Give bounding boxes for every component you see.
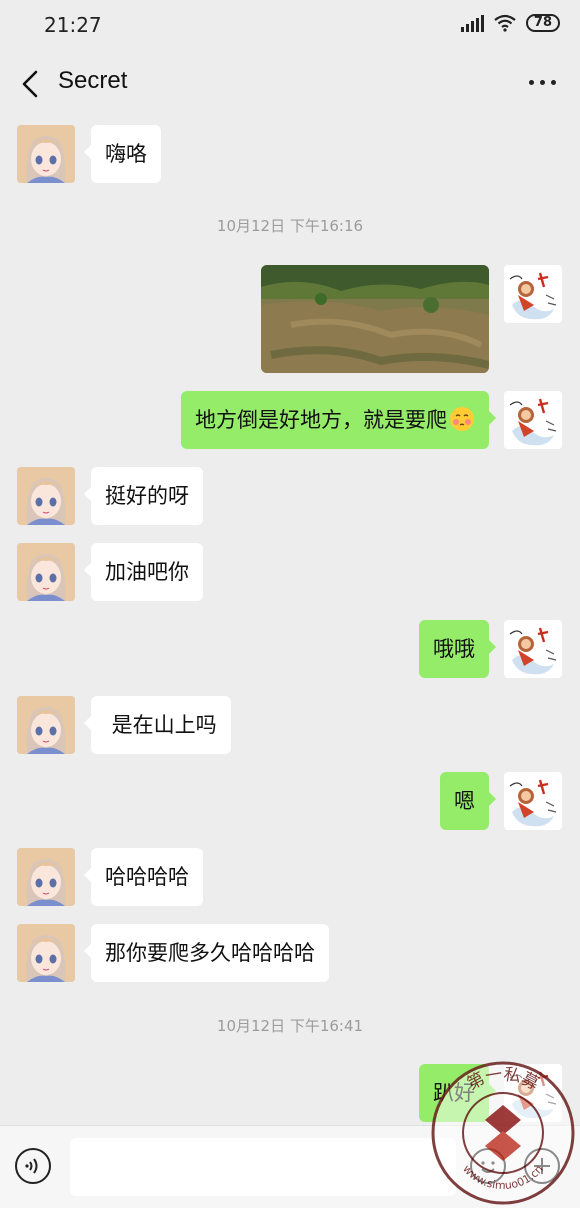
contact-avatar[interactable] <box>17 696 75 754</box>
message-input[interactable] <box>70 1138 456 1196</box>
message-bubble-incoming[interactable]: 是在山上吗 <box>84 696 231 754</box>
chat-header: Secret <box>0 52 580 116</box>
message-text: 地方倒是好地方，就是要爬 <box>195 408 447 432</box>
signal-icon <box>460 14 484 32</box>
watermark-logo: 第一私募 www.simuo01.cn <box>431 1061 575 1205</box>
my-avatar[interactable] <box>504 620 562 678</box>
message-bubble-incoming[interactable]: 加油吧你 <box>84 543 203 601</box>
contact-avatar[interactable] <box>17 467 75 525</box>
battery-indicator: 78 <box>525 14 560 32</box>
message-bubble-outgoing[interactable]: 地方倒是好地方，就是要爬 <box>181 391 496 449</box>
my-avatar[interactable] <box>504 391 562 449</box>
chevron-left-icon[interactable] <box>14 66 50 102</box>
message-bubble-incoming[interactable]: 嗨咯 <box>84 125 161 183</box>
my-avatar[interactable] <box>504 265 562 323</box>
status-time: 21:27 <box>44 13 102 37</box>
contact-avatar[interactable] <box>17 125 75 183</box>
wifi-icon <box>494 14 516 32</box>
message-timestamp: 10月12日 下午16:16 <box>216 217 364 235</box>
contact-avatar[interactable] <box>17 543 75 601</box>
contact-avatar[interactable] <box>17 924 75 982</box>
voice-input-icon[interactable] <box>15 1148 51 1184</box>
my-avatar[interactable] <box>504 772 562 830</box>
contact-avatar[interactable] <box>17 848 75 906</box>
message-timestamp: 10月12日 下午16:41 <box>216 1017 364 1035</box>
message-bubble-outgoing[interactable]: 哦哦 <box>419 620 496 678</box>
chat-title: Secret <box>58 67 128 94</box>
more-dots-icon[interactable] <box>529 80 556 85</box>
message-bubble-incoming[interactable]: 哈哈哈哈 <box>84 848 203 906</box>
message-image[interactable] <box>261 265 489 373</box>
message-bubble-outgoing[interactable]: 嗯 <box>440 772 496 830</box>
status-bar: 21:27 78 <box>0 0 580 52</box>
flushed-face-emoji-icon <box>450 407 474 431</box>
message-bubble-incoming[interactable]: 挺好的呀 <box>84 467 203 525</box>
message-bubble-incoming[interactable]: 那你要爬多久哈哈哈哈 <box>84 924 329 982</box>
